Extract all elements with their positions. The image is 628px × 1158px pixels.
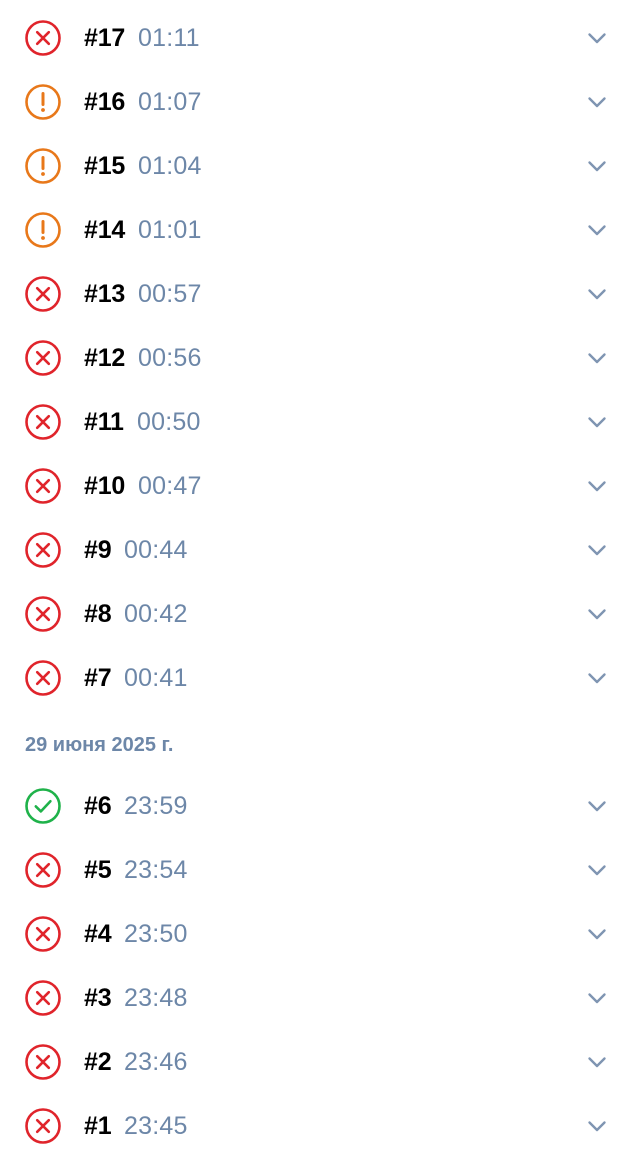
x-circle-icon <box>24 915 62 953</box>
chevron-down-icon[interactable] <box>586 987 608 1009</box>
run-time: 01:04 <box>138 152 202 180</box>
run-time: 23:48 <box>124 984 188 1012</box>
run-time: 23:45 <box>124 1112 188 1140</box>
run-row[interactable]: #3 23:48 <box>0 965 628 1029</box>
run-row[interactable]: #15 01:04 <box>0 133 628 197</box>
run-number: #17 <box>84 24 126 52</box>
date-header: 29 июня 2025 г. <box>0 709 628 773</box>
run-row[interactable]: #14 01:01 <box>0 197 628 261</box>
chevron-down-icon[interactable] <box>586 347 608 369</box>
run-row[interactable]: #13 00:57 <box>0 261 628 325</box>
check-circle-icon <box>24 787 62 825</box>
chevron-down-icon[interactable] <box>586 539 608 561</box>
run-number: #8 <box>84 600 112 628</box>
run-number: #4 <box>84 920 112 948</box>
x-circle-icon <box>24 19 62 57</box>
run-time: 00:57 <box>138 280 202 308</box>
run-time: 00:47 <box>138 472 202 500</box>
run-time: 23:59 <box>124 792 188 820</box>
run-time: 00:56 <box>138 344 202 372</box>
chevron-down-icon[interactable] <box>586 1051 608 1073</box>
run-row[interactable]: #6 23:59 <box>0 773 628 837</box>
x-circle-icon <box>24 467 62 505</box>
exclamation-circle-icon <box>24 83 62 121</box>
date-header-label: 29 июня 2025 г. <box>25 734 174 756</box>
run-time: 00:50 <box>137 408 201 436</box>
chevron-down-icon[interactable] <box>586 155 608 177</box>
chevron-down-icon[interactable] <box>586 219 608 241</box>
run-number: #10 <box>84 472 126 500</box>
run-time: 00:41 <box>124 664 188 692</box>
chevron-down-icon[interactable] <box>586 27 608 49</box>
run-number: #7 <box>84 664 112 692</box>
run-number: #15 <box>84 152 126 180</box>
run-number: #1 <box>84 1112 112 1140</box>
x-circle-icon <box>24 1107 62 1145</box>
chevron-down-icon[interactable] <box>586 283 608 305</box>
x-circle-icon <box>24 403 62 441</box>
run-row[interactable]: #17 01:11 <box>0 5 628 69</box>
run-number: #6 <box>84 792 112 820</box>
x-circle-icon <box>24 339 62 377</box>
run-row[interactable]: #9 00:44 <box>0 517 628 581</box>
run-time: 23:46 <box>124 1048 188 1076</box>
x-circle-icon <box>24 275 62 313</box>
run-number: #9 <box>84 536 112 564</box>
run-row[interactable]: #8 00:42 <box>0 581 628 645</box>
run-time: 00:42 <box>124 600 188 628</box>
x-circle-icon <box>24 659 62 697</box>
chevron-down-icon[interactable] <box>586 923 608 945</box>
run-number: #14 <box>84 216 126 244</box>
run-number: #12 <box>84 344 126 372</box>
chevron-down-icon[interactable] <box>586 859 608 881</box>
run-time: 23:50 <box>124 920 188 948</box>
run-row[interactable]: #12 00:56 <box>0 325 628 389</box>
run-row[interactable]: #10 00:47 <box>0 453 628 517</box>
x-circle-icon <box>24 1043 62 1081</box>
chevron-down-icon[interactable] <box>586 91 608 113</box>
x-circle-icon <box>24 979 62 1017</box>
run-row[interactable]: #4 23:50 <box>0 901 628 965</box>
run-number: #2 <box>84 1048 112 1076</box>
exclamation-circle-icon <box>24 211 62 249</box>
x-circle-icon <box>24 851 62 889</box>
run-row[interactable]: #11 00:50 <box>0 389 628 453</box>
run-number: #16 <box>84 88 126 116</box>
run-time: 01:07 <box>138 88 202 116</box>
run-time: 01:11 <box>138 24 200 52</box>
x-circle-icon <box>24 595 62 633</box>
run-number: #5 <box>84 856 112 884</box>
run-time: 01:01 <box>138 216 202 244</box>
chevron-down-icon[interactable] <box>586 1115 608 1137</box>
run-row[interactable]: #16 01:07 <box>0 69 628 133</box>
exclamation-circle-icon <box>24 147 62 185</box>
chevron-down-icon[interactable] <box>586 667 608 689</box>
run-row[interactable]: #7 00:41 <box>0 645 628 709</box>
run-number: #3 <box>84 984 112 1012</box>
run-list: #17 01:11 #16 01:07 #15 01:04 #14 01:01 #13 00:57… <box>0 5 628 1157</box>
run-number: #13 <box>84 280 126 308</box>
chevron-down-icon[interactable] <box>586 795 608 817</box>
run-time: 00:44 <box>124 536 188 564</box>
run-time: 23:54 <box>124 856 188 884</box>
run-row[interactable]: #1 23:45 <box>0 1093 628 1157</box>
run-row[interactable]: #5 23:54 <box>0 837 628 901</box>
run-row[interactable]: #2 23:46 <box>0 1029 628 1093</box>
chevron-down-icon[interactable] <box>586 475 608 497</box>
run-number: #11 <box>84 408 124 436</box>
chevron-down-icon[interactable] <box>586 603 608 625</box>
chevron-down-icon[interactable] <box>586 411 608 433</box>
x-circle-icon <box>24 531 62 569</box>
